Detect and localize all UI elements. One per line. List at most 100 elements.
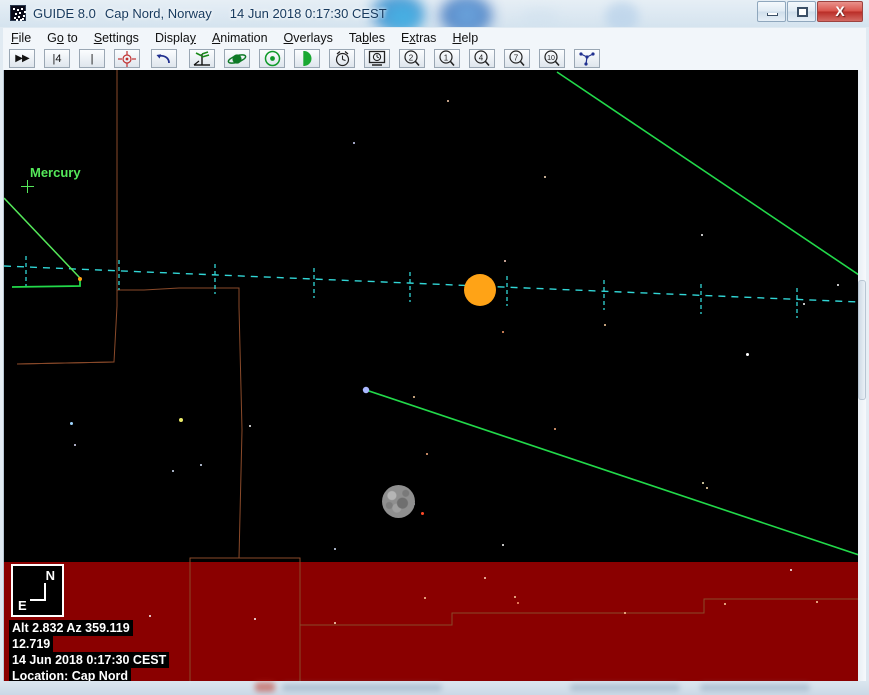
window-title: GUIDE 8.0 Cap Nord, Norway 14 Jun 2018 0:1…	[33, 4, 387, 23]
step-14-button[interactable]: |4	[44, 49, 70, 68]
undo-arrow-icon	[156, 53, 170, 63]
zoom-2-button[interactable]: 2	[399, 49, 425, 68]
menu-label-file: ile	[18, 31, 32, 45]
menu-bar: File Go to Settings Display Animation Ov…	[3, 28, 866, 48]
toolbar: ▶▶ |4 | 2 1 4 7 10	[3, 47, 866, 70]
star	[334, 548, 336, 550]
minimize-icon	[767, 13, 778, 16]
zoom-7-button[interactable]: 7	[504, 49, 530, 68]
star	[803, 303, 805, 305]
menu-item-goto[interactable]: Go to	[39, 30, 86, 46]
level-horizon-button[interactable]	[189, 49, 215, 68]
menu-item-help[interactable]: Help	[444, 30, 486, 46]
star	[790, 569, 792, 571]
menu-item-display[interactable]: Display	[147, 30, 204, 46]
horizon-tree-icon	[193, 50, 210, 66]
star	[421, 512, 424, 515]
svg-text:10: 10	[547, 55, 555, 62]
desktop-blur-blob	[452, 2, 482, 27]
star	[706, 487, 708, 489]
star	[200, 464, 202, 466]
star	[413, 396, 415, 398]
screen-time-button[interactable]	[364, 49, 390, 68]
monitor-clock-icon	[368, 50, 386, 66]
fast-forward-button[interactable]: ▶▶	[9, 49, 35, 68]
title-bar[interactable]: GUIDE 8.0 Cap Nord, Norway 14 Jun 2018 0:1…	[0, 0, 869, 27]
sky-chart-canvas[interactable]: Mercury N E Alt 2.832 Az 359.119 12.719 …	[3, 70, 859, 681]
taskbar-blur-blob	[255, 682, 275, 692]
menu-item-file[interactable]: File	[3, 30, 39, 46]
star	[502, 544, 504, 546]
menu-item-tables[interactable]: Tables	[341, 30, 393, 46]
compass-east-label: E	[18, 598, 27, 613]
svg-text:2: 2	[409, 54, 414, 63]
star	[746, 353, 749, 356]
center-target-button[interactable]	[114, 49, 140, 68]
svg-text:7: 7	[514, 54, 519, 63]
magnifier-7-icon: 7	[509, 50, 525, 67]
step-1-button[interactable]: |	[79, 49, 105, 68]
compass-rose: N E	[11, 564, 64, 617]
double-triangle-icon: ▶▶	[15, 53, 29, 64]
constellation-lines	[4, 71, 859, 556]
close-button[interactable]: X	[817, 1, 863, 22]
moon-object[interactable]	[382, 485, 415, 518]
zoom-1-button[interactable]: 1	[434, 49, 460, 68]
star	[74, 444, 76, 446]
taskbar-blur-blob	[570, 684, 680, 691]
close-icon: X	[835, 3, 845, 19]
undo-button[interactable]	[151, 49, 177, 68]
mercury-label: Mercury	[30, 165, 81, 180]
magnifier-10-icon: 10	[544, 50, 560, 67]
magnifier-4-icon: 4	[474, 50, 490, 67]
sun-object[interactable]	[464, 274, 496, 306]
moon-button[interactable]	[294, 49, 320, 68]
vertical-scrollbar[interactable]	[858, 70, 866, 681]
menu-item-settings[interactable]: Settings	[86, 30, 147, 46]
minimize-button[interactable]	[757, 1, 786, 22]
star	[604, 324, 606, 326]
guide-application-window: GUIDE 8.0 Cap Nord, Norway 14 Jun 2018 0:1…	[0, 0, 869, 695]
star	[179, 418, 183, 422]
step-1-icon: |	[90, 52, 94, 65]
mercury-marker-icon[interactable]	[21, 180, 34, 193]
star	[334, 622, 336, 624]
maximize-icon	[797, 7, 808, 17]
magnifier-2-icon: 2	[404, 50, 420, 67]
star	[426, 453, 428, 455]
window-bottom-edge	[0, 681, 869, 695]
title-datetime: 14 Jun 2018 0:17:30 CEST	[229, 6, 387, 21]
zoom-4-button[interactable]: 4	[469, 49, 495, 68]
step-14-icon: |4	[52, 52, 62, 65]
clock-button[interactable]	[329, 49, 355, 68]
svg-text:1: 1	[444, 54, 449, 63]
title-location: Cap Nord, Norway	[104, 6, 212, 21]
planet-button[interactable]	[224, 49, 250, 68]
menu-item-overlays[interactable]: Overlays	[276, 30, 341, 46]
star	[447, 100, 449, 102]
sun-button[interactable]	[259, 49, 285, 68]
status-value: 12.719	[9, 636, 54, 652]
moon-phase-icon	[302, 51, 311, 66]
menu-item-extras[interactable]: Extras	[393, 30, 444, 46]
star	[702, 482, 704, 484]
status-altaz: Alt 2.832 Az 359.119	[9, 620, 133, 636]
status-location: Location: Cap Nord	[9, 668, 131, 681]
menu-item-animation[interactable]: Animation	[204, 30, 276, 46]
star-field[interactable]: Mercury N E Alt 2.832 Az 359.119 12.719 …	[4, 70, 859, 681]
starfield-icon	[10, 5, 26, 21]
star	[172, 470, 174, 472]
star	[816, 601, 818, 603]
saturn-icon	[227, 53, 247, 64]
star	[484, 577, 486, 579]
star	[837, 284, 839, 286]
star-chart-button[interactable]	[574, 49, 600, 68]
desktop-blur-blob	[520, 8, 560, 27]
star	[517, 602, 519, 604]
scrollbar-thumb[interactable]	[858, 280, 866, 400]
maximize-button[interactable]	[787, 1, 816, 22]
title-app-name: GUIDE 8.0	[33, 6, 96, 21]
desktop-blur-blob	[386, 4, 420, 27]
star	[504, 260, 506, 262]
zoom-10-button[interactable]: 10	[539, 49, 565, 68]
